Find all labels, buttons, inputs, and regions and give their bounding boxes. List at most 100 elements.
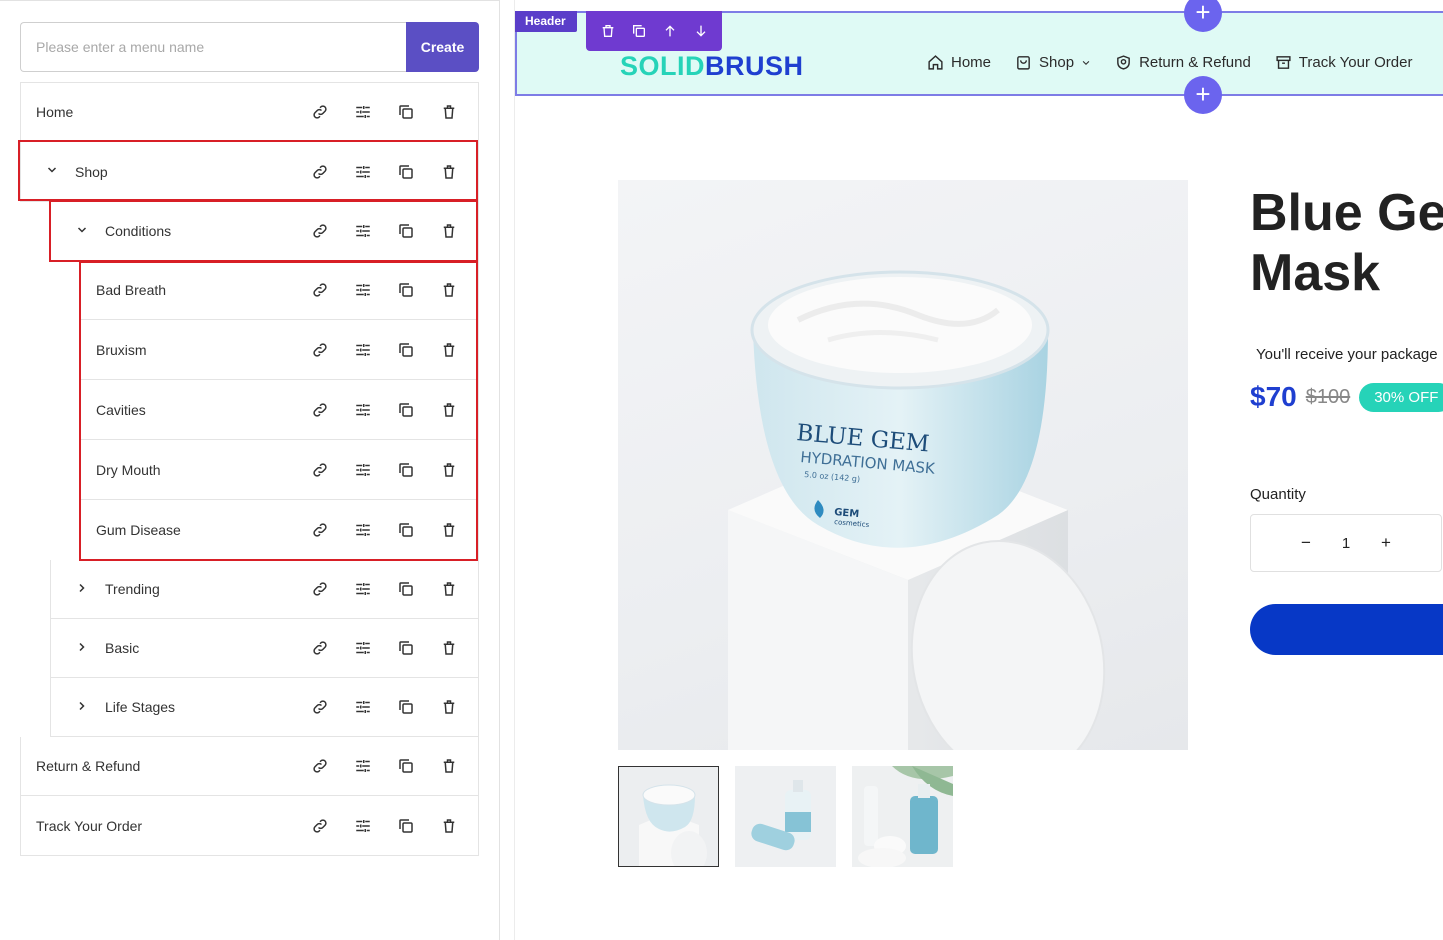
trash-icon[interactable] — [438, 815, 460, 837]
trash-icon[interactable] — [438, 755, 460, 777]
arrow-up-icon[interactable] — [659, 20, 681, 42]
menu-item-basic[interactable]: Basic — [50, 619, 479, 678]
menu-name-row: Create — [20, 22, 479, 72]
duplicate-icon[interactable] — [395, 101, 417, 123]
duplicate-icon[interactable] — [395, 755, 417, 777]
menu-item-actions — [309, 500, 460, 559]
increase-quantity-button[interactable]: + — [1366, 533, 1406, 553]
settings-sliders-icon[interactable] — [352, 637, 374, 659]
trash-icon[interactable] — [438, 459, 460, 481]
menu-name-input[interactable] — [20, 22, 406, 72]
menu-item-cavities[interactable]: Cavities — [80, 380, 479, 440]
chevron-right-icon[interactable] — [69, 641, 95, 656]
duplicate-icon[interactable] — [395, 637, 417, 659]
link-icon[interactable] — [309, 696, 331, 718]
product-thumbnail-2[interactable] — [735, 766, 836, 867]
copy-icon[interactable] — [628, 20, 650, 42]
chevron-right-icon[interactable] — [69, 700, 95, 715]
menu-item-conditions[interactable]: Conditions — [50, 202, 479, 261]
quantity-value[interactable]: 1 — [1326, 535, 1366, 552]
link-icon[interactable] — [309, 578, 331, 600]
duplicate-icon[interactable] — [395, 279, 417, 301]
duplicate-icon[interactable] — [395, 220, 417, 242]
duplicate-icon[interactable] — [395, 161, 417, 183]
decrease-quantity-button[interactable]: − — [1286, 533, 1326, 553]
menu-item-dry-mouth[interactable]: Dry Mouth — [80, 440, 479, 500]
menu-item-track-your-order[interactable]: Track Your Order — [20, 796, 479, 856]
section-tag[interactable]: Header — [515, 11, 577, 32]
duplicate-icon[interactable] — [395, 459, 417, 481]
duplicate-icon[interactable] — [395, 519, 417, 541]
duplicate-icon[interactable] — [395, 578, 417, 600]
link-icon[interactable] — [309, 755, 331, 777]
menu-item-actions — [309, 737, 460, 795]
nav-item-home[interactable]: Home — [927, 54, 991, 71]
trash-icon[interactable] — [438, 279, 460, 301]
main-nav: Home Shop Return & Refund Track Your Ord… — [927, 54, 1412, 71]
trash-icon[interactable] — [438, 696, 460, 718]
link-icon[interactable] — [309, 101, 331, 123]
settings-sliders-icon[interactable] — [352, 519, 374, 541]
link-icon[interactable] — [309, 519, 331, 541]
duplicate-icon[interactable] — [395, 339, 417, 361]
settings-sliders-icon[interactable] — [352, 696, 374, 718]
link-icon[interactable] — [309, 161, 331, 183]
nav-item-track-order[interactable]: Track Your Order — [1275, 54, 1412, 71]
link-icon[interactable] — [309, 339, 331, 361]
menu-item-trending[interactable]: Trending — [50, 560, 479, 619]
settings-sliders-icon[interactable] — [352, 101, 374, 123]
settings-sliders-icon[interactable] — [352, 459, 374, 481]
trash-icon[interactable] — [597, 20, 619, 42]
settings-sliders-icon[interactable] — [352, 279, 374, 301]
link-icon[interactable] — [309, 399, 331, 421]
menu-item-shop[interactable]: Shop — [20, 142, 479, 202]
nav-item-return-refund[interactable]: Return & Refund — [1115, 54, 1251, 71]
arrow-down-icon[interactable] — [690, 20, 712, 42]
chevron-down-icon[interactable] — [39, 164, 65, 179]
trash-icon[interactable] — [438, 339, 460, 361]
trash-icon[interactable] — [438, 161, 460, 183]
settings-sliders-icon[interactable] — [352, 399, 374, 421]
settings-sliders-icon[interactable] — [352, 161, 374, 183]
menu-item-life-stages[interactable]: Life Stages — [50, 678, 479, 737]
menu-item-bad-breath[interactable]: Bad Breath — [80, 261, 479, 320]
menu-item-label: Return & Refund — [36, 758, 141, 774]
link-icon[interactable] — [309, 279, 331, 301]
settings-sliders-icon[interactable] — [352, 755, 374, 777]
trash-icon[interactable] — [438, 399, 460, 421]
link-icon[interactable] — [309, 220, 331, 242]
link-icon[interactable] — [309, 637, 331, 659]
link-icon[interactable] — [309, 459, 331, 481]
hydration-mask-jar-illustration: BLUE GEM HYDRATION MASK 5.0 oz (142 g) G… — [728, 270, 1106, 750]
create-button[interactable]: Create — [406, 22, 479, 72]
menu-item-gum-disease[interactable]: Gum Disease — [80, 500, 479, 560]
trash-icon[interactable] — [438, 578, 460, 600]
trash-icon[interactable] — [438, 220, 460, 242]
trash-icon[interactable] — [438, 519, 460, 541]
nav-item-shop[interactable]: Shop — [1015, 54, 1091, 71]
menu-item-bruxism[interactable]: Bruxism — [80, 320, 479, 380]
duplicate-icon[interactable] — [395, 399, 417, 421]
settings-sliders-icon[interactable] — [352, 339, 374, 361]
menu-item-actions — [309, 380, 460, 439]
product-thumbnail-1[interactable] — [618, 766, 719, 867]
link-icon[interactable] — [309, 815, 331, 837]
add-to-cart-button[interactable] — [1250, 604, 1443, 655]
settings-sliders-icon[interactable] — [352, 578, 374, 600]
chevron-right-icon[interactable] — [69, 582, 95, 597]
product-thumbnail-3[interactable] — [852, 766, 953, 867]
brand-logo[interactable]: SOLIDBRUSH — [620, 51, 804, 82]
settings-sliders-icon[interactable] — [352, 220, 374, 242]
product-main-image[interactable]: BLUE GEM HYDRATION MASK 5.0 oz (142 g) G… — [618, 180, 1188, 750]
trash-icon[interactable] — [438, 101, 460, 123]
trash-icon[interactable] — [438, 637, 460, 659]
menu-item-actions — [309, 202, 460, 260]
settings-sliders-icon[interactable] — [352, 815, 374, 837]
add-section-below-button[interactable]: + — [1184, 76, 1222, 114]
duplicate-icon[interactable] — [395, 815, 417, 837]
menu-item-label: Dry Mouth — [96, 461, 161, 478]
menu-item-home[interactable]: Home — [20, 82, 479, 142]
menu-item-return-refund[interactable]: Return & Refund — [20, 737, 479, 796]
chevron-down-icon[interactable] — [69, 224, 95, 239]
duplicate-icon[interactable] — [395, 696, 417, 718]
